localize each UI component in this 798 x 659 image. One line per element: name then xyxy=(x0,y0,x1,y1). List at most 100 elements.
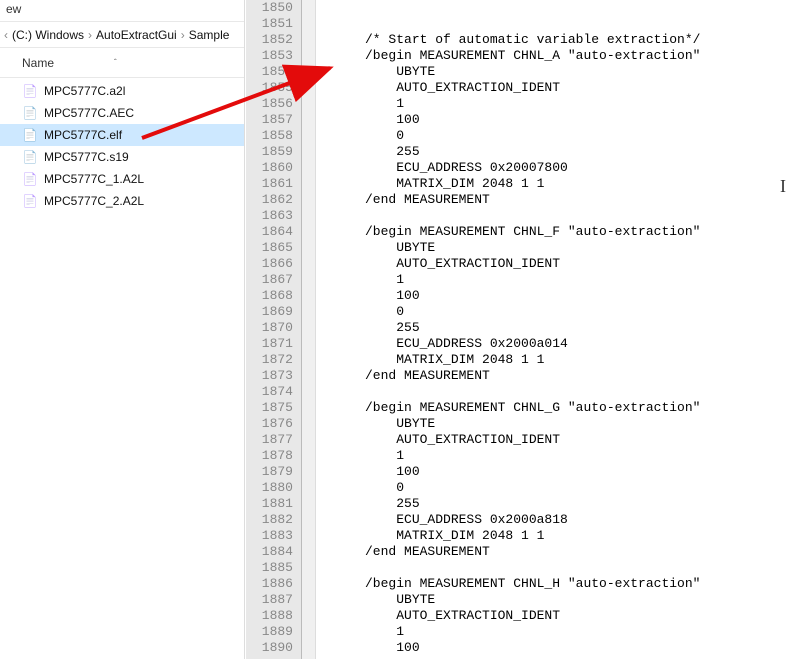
menu-bar[interactable]: ew xyxy=(0,0,244,22)
line-number: 1879 xyxy=(254,464,293,480)
line-number: 1853 xyxy=(254,48,293,64)
crumb-leaf[interactable]: Sample xyxy=(189,28,230,42)
line-number: 1866 xyxy=(254,256,293,272)
line-number: 1889 xyxy=(254,624,293,640)
code-line[interactable]: ECU_ADDRESS 0x2000a818 xyxy=(326,512,798,528)
line-number: 1858 xyxy=(254,128,293,144)
file-icon: 📄 xyxy=(22,105,38,121)
code-line[interactable]: 1 xyxy=(326,624,798,640)
code-line[interactable]: 100 xyxy=(326,288,798,304)
line-number: 1884 xyxy=(254,544,293,560)
code-line[interactable]: /begin MEASUREMENT CHNL_H "auto-extracti… xyxy=(326,576,798,592)
line-number: 1859 xyxy=(254,144,293,160)
code-line[interactable]: 255 xyxy=(326,144,798,160)
code-line[interactable]: AUTO_EXTRACTION_IDENT xyxy=(326,432,798,448)
code-line[interactable] xyxy=(326,0,798,16)
code-line[interactable]: UBYTE xyxy=(326,64,798,80)
code-line[interactable]: 255 xyxy=(326,320,798,336)
file-name: MPC5777C.AEC xyxy=(44,106,134,120)
code-line[interactable]: 0 xyxy=(326,128,798,144)
code-line[interactable]: MATRIX_DIM 2048 1 1 xyxy=(326,528,798,544)
code-line[interactable]: 255 xyxy=(326,496,798,512)
crumb-folder[interactable]: AutoExtractGui xyxy=(96,28,177,42)
code-line[interactable]: /begin MEASUREMENT CHNL_G "auto-extracti… xyxy=(326,400,798,416)
code-line[interactable]: UBYTE xyxy=(326,416,798,432)
file-a2l-icon: 📄 xyxy=(22,171,38,187)
file-a2l-icon: 📄 xyxy=(22,83,38,99)
code-line[interactable]: /begin MEASUREMENT CHNL_A "auto-extracti… xyxy=(326,48,798,64)
code-line[interactable]: ECU_ADDRESS 0x2000a014 xyxy=(326,336,798,352)
file-name: MPC5777C.s19 xyxy=(44,150,129,164)
file-row[interactable]: 📄 MPC5777C.s19 xyxy=(0,146,244,168)
line-number: 1875 xyxy=(254,400,293,416)
file-row[interactable]: 📄 MPC5777C.AEC xyxy=(0,102,244,124)
line-number: 1862 xyxy=(254,192,293,208)
code-line[interactable]: 1 xyxy=(326,272,798,288)
code-line[interactable]: UBYTE xyxy=(326,240,798,256)
line-number: 1860 xyxy=(254,160,293,176)
code-area[interactable]: /* Start of automatic variable extractio… xyxy=(316,0,798,659)
code-line[interactable] xyxy=(326,560,798,576)
line-number: 1888 xyxy=(254,608,293,624)
fold-margin xyxy=(302,0,316,659)
code-line[interactable]: /end MEASUREMENT xyxy=(326,544,798,560)
column-name[interactable]: Name xyxy=(22,56,54,70)
line-gutter: 1850185118521853185418551856185718581859… xyxy=(246,0,302,659)
line-number: 1871 xyxy=(254,336,293,352)
chevron-left-icon[interactable]: ‹ xyxy=(4,28,8,42)
breadcrumb[interactable]: ‹ (C:) Windows › AutoExtractGui › Sample xyxy=(0,22,244,48)
code-line[interactable]: MATRIX_DIM 2048 1 1 xyxy=(326,352,798,368)
line-number: 1857 xyxy=(254,112,293,128)
code-line[interactable]: MATRIX_DIM 2048 1 1 xyxy=(326,176,798,192)
line-number: 1863 xyxy=(254,208,293,224)
code-line[interactable]: AUTO_EXTRACTION_IDENT xyxy=(326,608,798,624)
line-number: 1874 xyxy=(254,384,293,400)
line-number: 1855 xyxy=(254,80,293,96)
file-row[interactable]: 📄 MPC5777C_1.A2L xyxy=(0,168,244,190)
crumb-root[interactable]: (C:) Windows xyxy=(12,28,84,42)
code-line[interactable]: 1 xyxy=(326,96,798,112)
code-line[interactable]: UBYTE xyxy=(326,592,798,608)
file-row[interactable]: 📄MPC5777C.elf xyxy=(0,124,244,146)
line-number: 1861 xyxy=(254,176,293,192)
file-row[interactable]: 📄MPC5777C_2.A2L xyxy=(0,190,244,212)
line-number: 1881 xyxy=(254,496,293,512)
column-headers[interactable]: Name ˆ xyxy=(0,48,244,78)
code-line[interactable]: 100 xyxy=(326,112,798,128)
code-line[interactable] xyxy=(326,384,798,400)
sort-asc-icon: ˆ xyxy=(114,58,117,67)
code-line[interactable]: 0 xyxy=(326,480,798,496)
file-list: 📄MPC5777C.a2l📄MPC5777C.AEC📄MPC5777C.elf📄… xyxy=(0,78,244,214)
line-number: 1865 xyxy=(254,240,293,256)
code-line[interactable] xyxy=(326,16,798,32)
code-editor[interactable]: 1850185118521853185418551856185718581859… xyxy=(246,0,798,659)
code-line[interactable]: AUTO_EXTRACTION_IDENT xyxy=(326,256,798,272)
line-number: 1877 xyxy=(254,432,293,448)
line-number: 1856 xyxy=(254,96,293,112)
menu-item[interactable]: ew xyxy=(6,2,21,16)
code-line[interactable]: ECU_ADDRESS 0x20007800 xyxy=(326,160,798,176)
code-line[interactable]: 100 xyxy=(326,464,798,480)
code-line[interactable]: /end MEASUREMENT xyxy=(326,368,798,384)
line-number: 1880 xyxy=(254,480,293,496)
chevron-right-icon: › xyxy=(181,28,185,42)
code-line[interactable]: /* Start of automatic variable extractio… xyxy=(326,32,798,48)
code-line[interactable]: 0 xyxy=(326,304,798,320)
line-number: 1878 xyxy=(254,448,293,464)
file-icon: 📄 xyxy=(22,149,38,165)
code-line[interactable]: 100 xyxy=(326,640,798,656)
line-number: 1867 xyxy=(254,272,293,288)
code-line[interactable]: AUTO_EXTRACTION_IDENT xyxy=(326,80,798,96)
code-line[interactable] xyxy=(326,208,798,224)
line-number: 1876 xyxy=(254,416,293,432)
line-number: 1868 xyxy=(254,288,293,304)
code-line[interactable]: /end MEASUREMENT xyxy=(326,192,798,208)
code-line[interactable]: /begin MEASUREMENT CHNL_F "auto-extracti… xyxy=(326,224,798,240)
chevron-right-icon: › xyxy=(88,28,92,42)
code-line[interactable]: 1 xyxy=(326,448,798,464)
line-number: 1890 xyxy=(254,640,293,656)
line-number: 1885 xyxy=(254,560,293,576)
line-number: 1887 xyxy=(254,592,293,608)
file-name: MPC5777C_1.A2L xyxy=(44,172,144,186)
file-row[interactable]: 📄MPC5777C.a2l xyxy=(0,80,244,102)
